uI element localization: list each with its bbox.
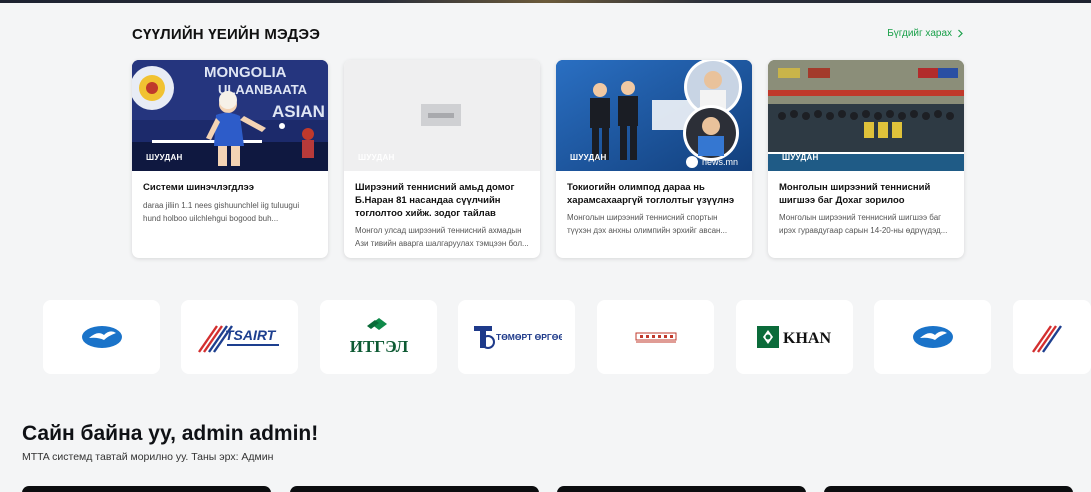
- news-card-tag: ШУУДАН: [358, 153, 395, 162]
- partner-logo-tsairt[interactable]: TSAIRT: [181, 300, 298, 374]
- news-section-title: СҮҮЛИЙН ҮЕИЙН МЭДЭЭ: [132, 26, 321, 43]
- itgel-logo-text: ИТГЭЛ: [349, 337, 408, 356]
- news-card-title: Системи шинэчлэгдлээ: [143, 182, 254, 193]
- partner-logo-red[interactable]: [597, 300, 714, 374]
- tsairt-logo-icon: [1032, 325, 1062, 353]
- welcome-heading: Сайн байна уу, admin admin!: [22, 422, 319, 445]
- news-card-tag: ШУУДАН: [146, 153, 183, 162]
- mongolia-banner-text: MONGOLIA: [204, 64, 287, 81]
- news-card-tag: ШУУДАН: [782, 153, 819, 162]
- see-all-link[interactable]: Бүгдийг харах: [887, 28, 964, 39]
- dashboard-card[interactable]: [557, 486, 806, 492]
- news-card-description: daraa jiliin 1.1 nees gishuunchlel iig t…: [143, 201, 300, 223]
- news-card-title: Монголын ширээний теннисний шигшээ баг Д…: [779, 182, 931, 206]
- news-card-image-placeholder: ШУУДАН: [344, 60, 540, 171]
- news-cards: MONGOLIA ULAANBAATA ASIAN ШУУДАН Системи…: [132, 60, 964, 258]
- news-card[interactable]: news.mn ШУУДАН Токиогийн олимпод дараа н…: [556, 60, 752, 258]
- partner-logo-itgel[interactable]: ИТГЭЛ: [320, 300, 437, 374]
- khan-logo-text: KHAN: [783, 330, 831, 347]
- red-partner-logo-icon: [635, 332, 676, 343]
- eagle-logo-icon: [81, 326, 122, 348]
- news-card-title: Ширээний теннисний амьд домог Б.Наран 81…: [355, 182, 515, 219]
- itgel-logo-icon: ИТГЭЛ: [349, 318, 408, 356]
- news-card-title: Токиогийн олимпод дараа нь харамсахааргү…: [567, 182, 735, 206]
- news-card-image: MONGOLIA ULAANBAATA ASIAN ШУУДАН: [132, 60, 328, 171]
- news-section-header: СҮҮЛИЙН ҮЕИЙН МЭДЭЭ Бүгдийг харах: [132, 26, 964, 48]
- partner-logo-eagle[interactable]: [43, 300, 160, 374]
- partner-logo-khan[interactable]: KHAN: [736, 300, 853, 374]
- top-gradient-bar: [0, 0, 1091, 3]
- news-watermark-text: news.mn: [702, 157, 738, 167]
- news-card[interactable]: ШУУДАН Монголын ширээний теннисний шигшэ…: [768, 60, 964, 258]
- asian-banner-text: ASIAN: [272, 102, 325, 121]
- news-card[interactable]: ШУУДАН Ширээний теннисний амьд домог Б.Н…: [344, 60, 540, 258]
- image-placeholder-icon: [421, 104, 461, 126]
- tomort-orgoo-logo-icon: ТӨМӨРТ ӨРГӨӨ ХХК: [473, 326, 562, 349]
- partner-logo-eagle[interactable]: [874, 300, 991, 374]
- news-card-tag: ШУУДАН: [570, 153, 607, 162]
- dashboard-card[interactable]: [290, 486, 539, 492]
- welcome-subtitle: MTTA системд тавтай морилно уу. Таны эрх…: [22, 451, 274, 463]
- news-card-image: ШУУДАН: [768, 60, 964, 171]
- tsairt-logo-text: TSAIRT: [225, 327, 277, 343]
- see-all-label: Бүгдийг харах: [887, 28, 952, 39]
- khan-logo-icon: KHAN: [756, 326, 831, 348]
- dashboard-card[interactable]: [22, 486, 271, 492]
- news-card-description: Монголын ширээний теннисний спортын түүх…: [567, 213, 728, 235]
- partner-logo-tsairt-partial[interactable]: [1013, 300, 1091, 374]
- news-card-image: news.mn ШУУДАН: [556, 60, 752, 171]
- eagle-logo-icon: [912, 326, 953, 348]
- chevron-right-icon: [958, 29, 963, 38]
- news-card-description: Монгол улсад ширээний теннисний ахмадын …: [355, 226, 529, 248]
- news-card-description: Монголын ширээний теннисний шигшээ баг и…: [779, 213, 948, 235]
- partner-logos-carousel: TSAIRT ИТГЭЛ ТӨМӨРТ ӨРГӨӨ ХХК: [0, 300, 1091, 375]
- dashboard-card[interactable]: [824, 486, 1073, 492]
- partner-logo-tomort-orgoo[interactable]: ТӨМӨРТ ӨРГӨӨ ХХК: [458, 300, 575, 374]
- news-card[interactable]: MONGOLIA ULAANBAATA ASIAN ШУУДАН Системи…: [132, 60, 328, 258]
- tsairt-logo-icon: TSAIRT: [197, 325, 279, 353]
- tomort-orgoo-logo-text: ТӨМӨРТ ӨРГӨӨ ХХК: [496, 332, 562, 342]
